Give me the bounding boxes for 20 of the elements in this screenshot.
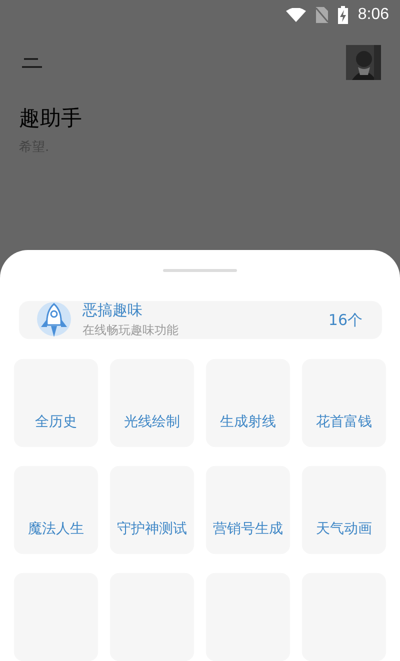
no-sim-icon <box>316 7 328 23</box>
battery-charging-icon <box>338 6 348 24</box>
menu-icon[interactable] <box>21 58 43 68</box>
tool-tile[interactable]: 守护神测试 <box>110 466 194 554</box>
tool-tile[interactable]: 全历史 <box>14 359 98 447</box>
tool-count: 16个 <box>328 310 362 330</box>
wifi-icon <box>286 8 306 22</box>
app-title: 趣助手 <box>19 105 83 132</box>
tool-tile[interactable]: 天气动画 <box>302 466 386 554</box>
category-subtitle: 在线畅玩趣味功能 <box>82 322 180 339</box>
category-card[interactable]: 恶搞趣味 在线畅玩趣味功能 16个 <box>18 301 382 339</box>
drag-handle[interactable] <box>163 269 237 272</box>
tool-tile[interactable]: 花首富钱 <box>302 359 386 447</box>
tool-tile[interactable]: 魔法人生 <box>14 466 98 554</box>
tool-tile[interactable]: 生成射线 <box>206 359 290 447</box>
category-title: 恶搞趣味 <box>82 301 144 320</box>
tool-tile[interactable]: 营销号生成 <box>206 466 290 554</box>
rocket-icon <box>36 301 72 339</box>
tool-tile[interactable]: 光线绘制 <box>110 359 194 447</box>
status-time: 8:06 <box>358 6 389 24</box>
